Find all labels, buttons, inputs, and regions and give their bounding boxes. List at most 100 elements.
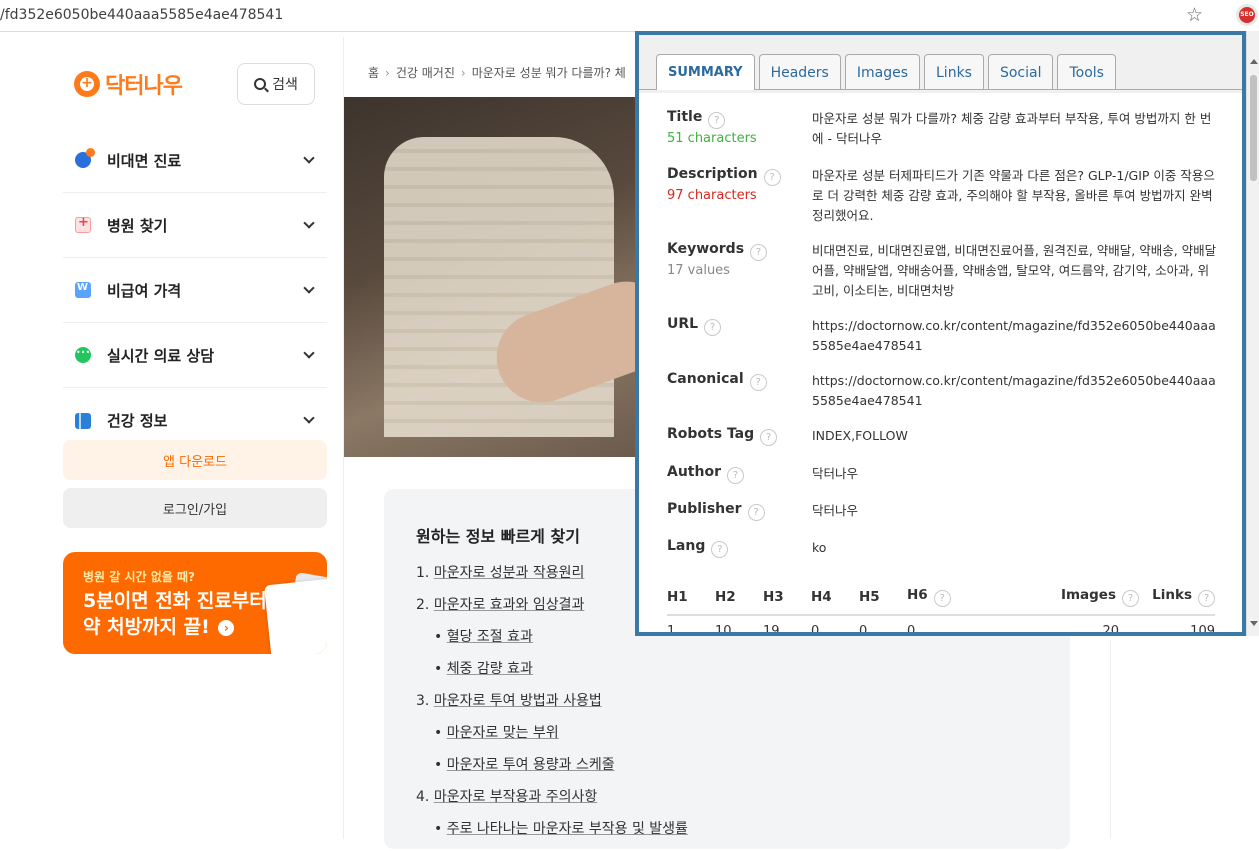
site-logo[interactable]: 닥터나우 [74, 68, 183, 100]
chevron-down-icon [303, 152, 315, 164]
toc-bullet: • [434, 661, 443, 677]
url-value[interactable]: https://doctornow.co.kr/content/magazine… [812, 316, 1217, 356]
scroll-up-icon[interactable] [1250, 59, 1258, 64]
sidebar-item-price[interactable]: 비급여 가격 [63, 258, 327, 323]
row-label: Title? [667, 109, 726, 129]
help-icon[interactable]: ? [933, 590, 951, 607]
toc-link[interactable]: 주로 나타나는 마운자로 부작용 및 발생률 [447, 821, 688, 837]
help-icon[interactable]: ? [1122, 590, 1139, 607]
article-hero-image [344, 97, 638, 457]
scrollbar-thumb[interactable] [1250, 75, 1257, 181]
help-icon[interactable]: ? [749, 374, 767, 391]
url-text[interactable]: /fd352e6050be440aaa5585e4ae478541 [0, 7, 283, 23]
stats-header-images: Images? [1023, 587, 1139, 607]
help-icon[interactable]: ? [750, 244, 768, 261]
stats-header-text: H6 [907, 587, 928, 603]
tab-social[interactable]: Social [987, 54, 1054, 89]
promo-banner[interactable]: 병원 갈 시간 없을 때? 5분이면 전화 진료부터 약 처방까지 끝! › [63, 552, 327, 654]
help-icon[interactable]: ? [747, 504, 765, 521]
sidebar-item-telemedicine[interactable]: 비대면 진료 [63, 128, 327, 193]
promo-line-2-text: 약 처방까지 끝! [83, 616, 210, 638]
stats-value: 0 [859, 623, 868, 636]
row-label-text: Lang [667, 538, 706, 554]
row-keywords: Keywords? 17 values 비대면진료, 비대면진료앱, 비대면진료… [667, 241, 1219, 316]
description-length: 97 characters [667, 188, 757, 203]
toc-item: 3. 마운자로 투여 방법과 사용법 [416, 691, 688, 723]
chevron-down-icon [303, 412, 315, 424]
robots-value: INDEX,FOLLOW [812, 428, 908, 443]
help-icon[interactable]: ? [760, 429, 778, 446]
search-icon [254, 78, 267, 90]
breadcrumb-magazine[interactable]: 건강 매거진 [396, 66, 455, 80]
book-icon [75, 412, 91, 429]
toc-link[interactable]: 마운자로 성분과 작용원리 [434, 565, 585, 581]
right-rail-divider [1110, 640, 1111, 839]
row-label: Robots Tag? [667, 426, 778, 446]
scroll-down-icon[interactable] [1250, 621, 1258, 626]
login-button[interactable]: 로그인/가입 [63, 488, 327, 528]
address-bar[interactable]: /fd352e6050be440aaa5585e4ae478541 ☆ SEO [0, 0, 1259, 32]
toc-bullet: • [434, 629, 443, 645]
row-label: Description? [667, 166, 781, 186]
publisher-value: 닥터나우 [812, 503, 859, 518]
row-lang: Lang? ko [667, 538, 1219, 568]
help-icon[interactable]: ? [763, 169, 781, 186]
toc-item-number: 3. [416, 693, 430, 709]
toc-item-number: 1. [416, 565, 430, 581]
search-button[interactable]: 검색 [237, 63, 315, 105]
help-icon[interactable]: ? [711, 541, 729, 558]
sidebar-item-find-hospital[interactable]: 병원 찾기 [63, 193, 327, 258]
promo-line-2: 약 처방까지 끝! › [83, 614, 267, 640]
sidebar-item-label: 비급여 가격 [107, 281, 182, 300]
toc-subitem: • 주로 나타나는 마운자로 부작용 및 발생률 [416, 819, 688, 851]
row-author: Author? 닥터나우 [667, 464, 1219, 501]
panel-scrollbar[interactable] [1246, 31, 1259, 636]
row-label-text: Author [667, 464, 721, 480]
title-value: 마운자로 성분 뭐가 다를까? 체중 감량 효과부터 부작용, 투여 방법까지 … [812, 111, 1212, 146]
promo-line-1: 5분이면 전화 진료부터 [83, 590, 267, 612]
stats-header-h6: H6? [907, 587, 1023, 607]
seo-extension-badge: SEO [1239, 7, 1255, 23]
chevron-right-icon: › [460, 66, 466, 80]
tab-headers[interactable]: Headers [758, 54, 841, 89]
help-icon[interactable]: ? [704, 319, 722, 336]
toc-link[interactable]: 마운자로 투여 방법과 사용법 [434, 693, 602, 709]
help-icon[interactable]: ? [708, 112, 726, 129]
chevron-down-icon [303, 347, 315, 359]
description-value: 마운자로 성분 터제파티드가 기존 약물과 다른 점은? GLP-1/GIP 이… [812, 168, 1215, 223]
toc-link[interactable]: 마운자로 부작용과 주의사항 [434, 789, 597, 805]
stats-header-links: Links? [1139, 587, 1215, 607]
phone-icon [75, 148, 95, 168]
toc-link[interactable]: 마운자로 투여 용량과 스케줄 [447, 757, 615, 773]
seo-extension-icon[interactable]: SEO [1236, 4, 1258, 26]
stats-header: H4 [811, 589, 832, 605]
keywords-count: 17 values [667, 263, 730, 278]
breadcrumb-home[interactable]: 홈 [368, 66, 379, 80]
bookmark-star-icon[interactable]: ☆ [1186, 4, 1203, 26]
app-download-button[interactable]: 앱 다운로드 [63, 440, 327, 480]
tab-tools[interactable]: Tools [1057, 54, 1116, 89]
canonical-value[interactable]: https://doctornow.co.kr/content/magazine… [812, 371, 1217, 411]
title-length: 51 characters [667, 131, 757, 146]
help-icon[interactable]: ? [1198, 590, 1215, 607]
stats-value: 20 [1102, 623, 1119, 636]
stats-value: 1 [667, 623, 676, 636]
help-icon[interactable]: ? [726, 467, 744, 484]
toc-link[interactable]: 혈당 조절 효과 [447, 629, 533, 645]
stats-value: 0 [811, 623, 820, 636]
tab-images[interactable]: Images [844, 54, 920, 89]
toc-link[interactable]: 체중 감량 효과 [447, 661, 533, 677]
lang-value: ko [812, 540, 827, 555]
toc-subitem: • 체중 감량 효과 [416, 659, 688, 691]
tab-summary[interactable]: SUMMARY [656, 54, 755, 90]
toc-link[interactable]: 마운자로 효과와 임상결과 [434, 597, 585, 613]
sidebar-item-label: 병원 찾기 [107, 216, 168, 235]
sidebar-item-label: 건강 정보 [107, 412, 168, 430]
row-label-text: URL [667, 316, 699, 332]
toc-link[interactable]: 마운자로 맞는 부위 [447, 725, 559, 741]
sidebar-item-live-consult[interactable]: 실시간 의료 상담 [63, 323, 327, 388]
tab-links[interactable]: Links [924, 54, 984, 89]
sidebar-item-label: 비대면 진료 [107, 151, 182, 170]
chevron-down-icon [303, 217, 315, 229]
breadcrumb: 홈 › 건강 매거진 › 마운자로 성분 뭐가 다를까? 체 [368, 64, 626, 81]
